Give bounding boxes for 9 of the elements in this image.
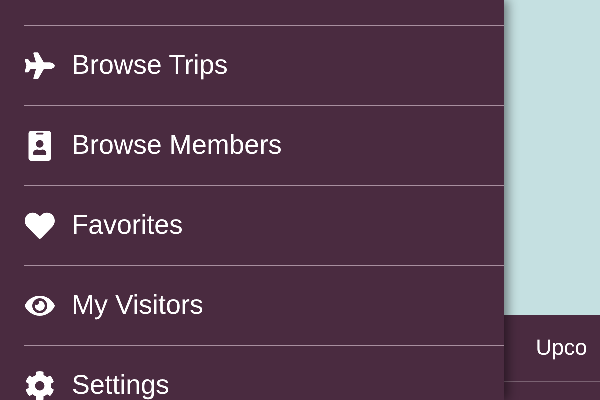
menu-item[interactable]: Browse Trips — [24, 26, 504, 106]
menu-item[interactable]: Favorites — [24, 186, 504, 266]
menu-item[interactable]: Settings — [24, 346, 504, 400]
plane-icon — [24, 50, 56, 80]
menu-item[interactable]: Browse Members — [24, 106, 504, 186]
section-title: Upco — [536, 335, 588, 361]
heart-icon — [24, 210, 56, 240]
settings-icon — [24, 370, 56, 400]
menu-item[interactable]: My Visitors — [24, 266, 504, 346]
